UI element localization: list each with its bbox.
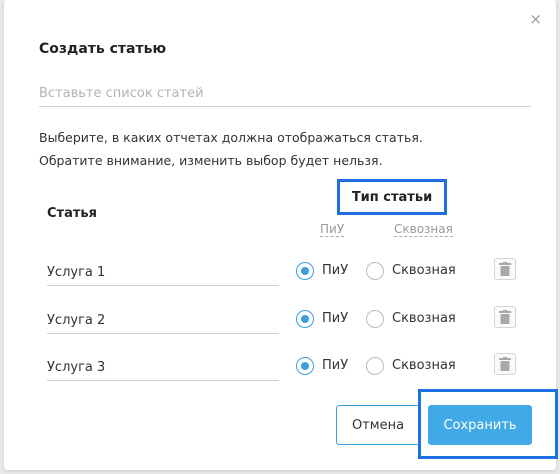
radio-piu-label[interactable]: ПиУ [322, 358, 348, 373]
radio-skvoznaya[interactable] [366, 262, 384, 280]
article-row: ПиУ Сквозная [4, 253, 556, 287]
trash-icon [499, 357, 511, 371]
radio-skvoznaya[interactable] [366, 357, 384, 375]
select-all-skvoznaya-link[interactable]: Сквозная [394, 222, 453, 237]
article-name-input[interactable] [47, 259, 279, 286]
trash-icon [499, 310, 511, 324]
hint-text-line1: Выберите, в каких отчетах должна отображ… [39, 130, 423, 145]
radio-piu-label[interactable]: ПиУ [322, 263, 348, 278]
radio-skvoznaya-label[interactable]: Сквозная [392, 263, 456, 278]
trash-icon [499, 262, 511, 276]
article-row: ПиУ Сквозная [4, 348, 556, 382]
column-header-article: Статья [47, 206, 97, 221]
radio-piu[interactable] [296, 310, 314, 328]
select-all-piu-link[interactable]: ПиУ [320, 222, 345, 237]
article-row: ПиУ Сквозная [4, 301, 556, 335]
cancel-button[interactable]: Отмена [336, 405, 420, 445]
dialog-title: Создать статью [39, 41, 167, 57]
article-name-input[interactable] [47, 354, 279, 381]
paste-articles-input[interactable] [39, 80, 531, 107]
column-header-article-type: Тип статьи [337, 179, 447, 215]
close-icon[interactable]: × [529, 12, 542, 27]
save-button[interactable]: Сохранить [428, 405, 532, 445]
delete-row-button[interactable] [494, 306, 516, 328]
radio-skvoznaya-label[interactable]: Сквозная [392, 311, 456, 326]
radio-piu[interactable] [296, 262, 314, 280]
radio-piu[interactable] [296, 357, 314, 375]
radio-piu-label[interactable]: ПиУ [322, 311, 348, 326]
delete-row-button[interactable] [494, 353, 516, 375]
create-article-dialog: × Создать статью Выберите, в каких отчет… [4, 0, 558, 470]
delete-row-button[interactable] [494, 258, 516, 280]
article-name-input[interactable] [47, 307, 279, 334]
radio-skvoznaya[interactable] [366, 310, 384, 328]
column-header-article-type-label: Тип статьи [351, 189, 433, 205]
hint-text-line2: Обратите внимание, изменить выбор будет … [39, 153, 383, 168]
radio-skvoznaya-label[interactable]: Сквозная [392, 358, 456, 373]
